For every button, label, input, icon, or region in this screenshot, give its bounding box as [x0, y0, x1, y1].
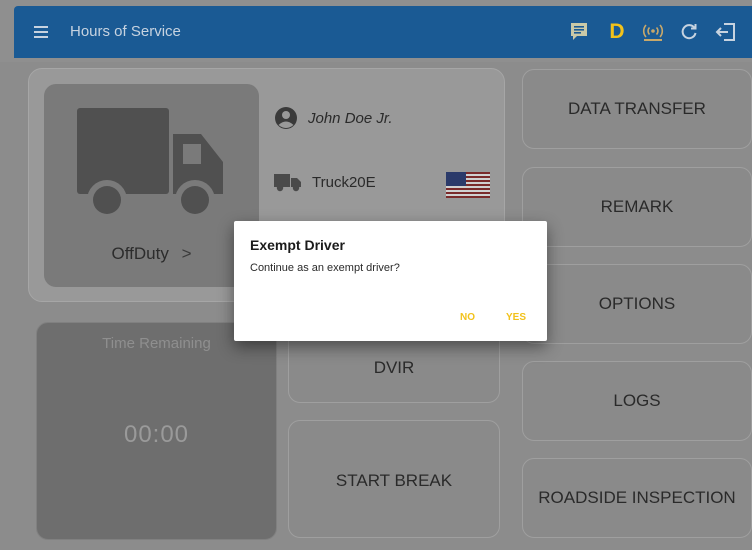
options-button[interactable]: OPTIONS	[522, 264, 752, 344]
roadside-inspection-label: ROADSIDE INSPECTION	[538, 488, 736, 507]
app-bar-inner: Hours of Service D	[14, 6, 752, 58]
duty-status-card[interactable]: OffDuty >	[44, 84, 259, 287]
data-transfer-label: DATA TRANSFER	[568, 99, 706, 118]
app-title: Hours of Service	[70, 23, 181, 40]
driver-row: John Doe Jr.	[274, 106, 393, 130]
driver-name: John Doe Jr.	[308, 109, 393, 127]
options-label: OPTIONS	[598, 294, 676, 313]
logs-label: LOGS	[613, 391, 661, 410]
logout-icon[interactable]	[714, 20, 738, 44]
time-remaining-value: 00:00	[123, 421, 190, 448]
roadside-inspection-button[interactable]: ROADSIDE INSPECTION	[522, 458, 752, 538]
remark-label: REMARK	[600, 197, 674, 216]
duty-status-label: OffDuty >	[44, 244, 259, 264]
app-bar: Hours of Service D	[0, 0, 752, 62]
time-remaining-card: Time Remaining 00:00	[36, 322, 277, 540]
truck-icon	[77, 108, 223, 220]
dialog-message: Continue as an exempt driver?	[250, 262, 400, 274]
refresh-icon[interactable]	[678, 20, 700, 44]
dialog-title: Exempt Driver	[250, 237, 345, 253]
yes-button[interactable]: YES	[506, 312, 526, 323]
remark-button[interactable]: REMARK	[522, 167, 752, 247]
driver-status-d-icon[interactable]: D	[606, 20, 628, 44]
user-avatar-icon	[275, 107, 297, 129]
dvir-button-label: DVIR	[373, 358, 415, 377]
data-transfer-button[interactable]: DATA TRANSFER	[522, 69, 752, 149]
logs-button[interactable]: LOGS	[522, 361, 752, 441]
menu-icon[interactable]	[34, 26, 48, 38]
duty-status-text: OffDuty	[111, 244, 169, 263]
usa-flag-icon	[446, 172, 490, 198]
vehicle-row: Truck20E	[274, 172, 376, 192]
exempt-driver-dialog: Exempt Driver Continue as an exempt driv…	[234, 221, 547, 341]
no-button[interactable]: NO	[460, 312, 475, 323]
eld-connection-icon[interactable]	[640, 20, 666, 44]
truck-id: Truck20E	[312, 173, 376, 191]
start-break-button-label: START BREAK	[335, 471, 453, 490]
message-icon[interactable]	[568, 20, 590, 44]
small-truck-icon	[274, 174, 301, 192]
chevron-right-icon: >	[181, 244, 192, 263]
start-break-button[interactable]: START BREAK	[288, 420, 500, 538]
